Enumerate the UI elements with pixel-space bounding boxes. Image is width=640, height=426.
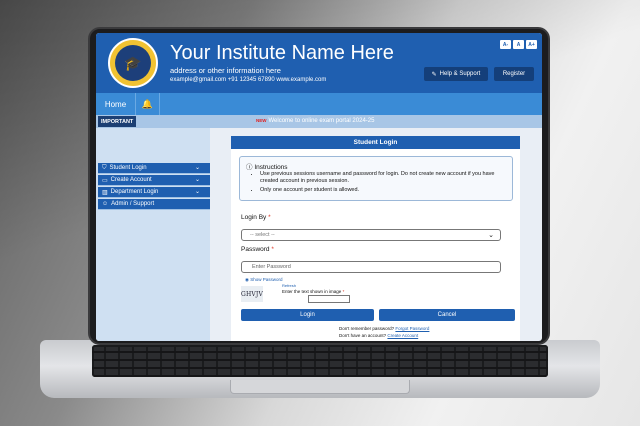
cancel-button[interactable]: Cancel	[379, 309, 515, 321]
font-size-controls: A- A A+	[500, 40, 537, 49]
font-reset-button[interactable]: A	[513, 40, 524, 49]
font-increase-button[interactable]: A+	[526, 40, 537, 49]
ticker-label: IMPORTANT	[98, 116, 137, 127]
help-icon: ✎	[431, 71, 437, 78]
required-marker: *	[342, 289, 345, 294]
login-by-label: Login By *	[241, 214, 271, 221]
chevron-down-icon: ⌄	[194, 177, 200, 183]
captcha-refresh-link[interactable]: Refresh	[282, 283, 296, 288]
font-decrease-button[interactable]: A-	[500, 40, 511, 49]
instruction-item: Only one account per student is allowed.	[260, 187, 510, 194]
sidebar-item-label: Create Account	[110, 177, 152, 183]
captcha-label: Enter the text shown in image *	[282, 289, 344, 294]
instructions-list: Use previous sessions username and passw…	[260, 171, 510, 196]
password-label: Password *	[241, 246, 274, 253]
forgot-password-link[interactable]: Forgot Password	[395, 326, 429, 331]
required-marker: *	[271, 246, 274, 253]
laptop-screen: 🎓 Your Institute Name Here address or ot…	[96, 33, 542, 341]
institute-name: Your Institute Name Here	[170, 42, 394, 64]
graduation-cap-icon: 🎓	[115, 45, 151, 81]
ticker-text: Welcome to online exam portal 2024-25	[268, 118, 375, 124]
captcha-image: GHVJV	[241, 286, 263, 302]
sidebar-item-label: Student Login	[109, 165, 147, 171]
card-title: Student Login	[231, 136, 520, 149]
create-account-link[interactable]: Create Account	[387, 333, 418, 338]
no-account-text: Don't have an account?	[339, 333, 387, 338]
announcement-ticker: IMPORTANT NEW Welcome to online exam port…	[96, 115, 542, 128]
info-icon: ⓘ	[246, 164, 253, 171]
login-by-value: -- select --	[250, 232, 275, 238]
building-icon: ▥	[102, 189, 108, 196]
help-support-button[interactable]: ✎ Help & Support	[424, 67, 488, 81]
login-by-text: Login By	[241, 214, 267, 221]
sidebar: ⛉ Student Login ⌄ ▭ Create Account ⌄ ▥ D…	[96, 128, 210, 341]
sidebar-item-department-login[interactable]: ▥ Department Login ⌄	[98, 187, 210, 198]
forgot-password-row: Don't remember password? Forgot Password	[339, 326, 429, 331]
new-badge: NEW	[256, 118, 267, 123]
chevron-down-icon: ⌄	[194, 189, 200, 195]
sidebar-item-label: Admin / Support	[111, 201, 155, 207]
sidebar-item-admin-support[interactable]: ☺ Admin / Support	[98, 199, 210, 210]
sidebar-item-label: Department Login	[110, 189, 159, 195]
help-label: Help & Support	[439, 71, 481, 77]
show-password-toggle[interactable]: ◉ Show Password	[245, 277, 282, 283]
required-marker: *	[268, 214, 271, 221]
eye-icon: ◉	[245, 277, 249, 282]
university-logo: 🎓	[108, 38, 158, 88]
instructions-box: ⓘ Instructions Use previous sessions use…	[239, 156, 513, 201]
forgot-text: Don't remember password?	[339, 326, 395, 331]
ticker-message: NEW Welcome to online exam portal 2024-25	[256, 118, 374, 124]
captcha-label-text: Enter the text shown in image	[282, 289, 342, 294]
shield-icon: ⛉	[102, 164, 107, 171]
register-button[interactable]: Register	[494, 67, 534, 81]
login-button[interactable]: Login	[241, 309, 374, 321]
site-header: 🎓 Your Institute Name Here address or ot…	[96, 33, 542, 93]
create-account-row: Don't have an account? Create Account	[339, 333, 418, 338]
login-by-select[interactable]: -- select -- ⌄	[241, 229, 501, 241]
instructions-heading: Instructions	[254, 164, 288, 171]
institute-address: address or other information here	[170, 66, 281, 75]
institute-contact: example@gmail.com +91 12345 67890 www.ex…	[170, 77, 327, 83]
chevron-down-icon: ⌄	[488, 232, 494, 239]
nav-bar: Home 🔔	[96, 93, 542, 115]
captcha-input[interactable]	[308, 295, 350, 303]
id-card-icon: ▭	[102, 177, 108, 184]
sidebar-item-student-login[interactable]: ⛉ Student Login ⌄	[98, 163, 210, 174]
instructions-title: ⓘ Instructions	[246, 161, 288, 171]
student-login-card: Student Login ⓘ Instructions Use previou…	[231, 136, 520, 341]
laptop-hinge-notch	[230, 380, 410, 394]
user-icon: ☺	[102, 201, 109, 207]
password-input[interactable]: Enter Password	[241, 261, 501, 273]
sidebar-item-create-account[interactable]: ▭ Create Account ⌄	[98, 175, 210, 186]
instruction-item: Use previous sessions username and passw…	[260, 171, 510, 185]
bell-icon[interactable]: 🔔	[136, 93, 160, 115]
nav-home[interactable]: Home	[96, 93, 136, 115]
show-password-label: Show Password	[250, 277, 283, 282]
password-text: Password	[241, 246, 270, 253]
chevron-down-icon: ⌄	[194, 165, 200, 171]
keyboard-rows	[92, 345, 548, 377]
